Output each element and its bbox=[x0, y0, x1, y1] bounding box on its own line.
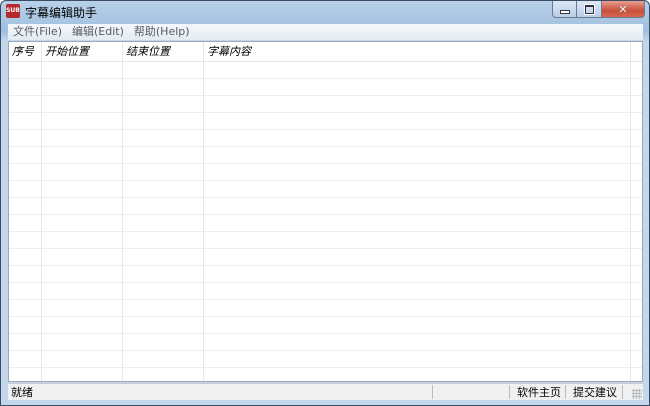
minimize-button[interactable] bbox=[552, 1, 577, 18]
column-header-end[interactable]: 结束位置 bbox=[123, 42, 204, 61]
table-header: 序号 开始位置 结束位置 字幕内容 bbox=[9, 42, 642, 62]
menu-file[interactable]: 文件(File) bbox=[8, 24, 67, 40]
close-icon: ✕ bbox=[618, 2, 628, 16]
window-title: 字幕编辑助手 bbox=[25, 6, 98, 20]
maximize-button[interactable] bbox=[577, 1, 602, 18]
title-bar[interactable]: SUB 字幕编辑助手 ✕ bbox=[1, 1, 649, 23]
status-divider bbox=[565, 385, 566, 399]
menu-edit[interactable]: 编辑(Edit) bbox=[67, 24, 129, 40]
column-header-content[interactable]: 字幕内容 bbox=[204, 42, 631, 61]
column-divider bbox=[203, 62, 204, 381]
table-body[interactable] bbox=[9, 62, 642, 381]
column-header-index[interactable]: 序号 bbox=[9, 42, 42, 61]
app-window: SUB 字幕编辑助手 ✕ 文件(File) 编辑(Edit) 帮助(Help) … bbox=[0, 0, 650, 406]
status-bar: 就绪 软件主页 提交建议 bbox=[8, 383, 643, 400]
menu-bar: 文件(File) 编辑(Edit) 帮助(Help) bbox=[8, 24, 643, 40]
subtitle-table[interactable]: 序号 开始位置 结束位置 字幕内容 bbox=[8, 41, 643, 382]
status-divider bbox=[509, 385, 510, 399]
column-divider bbox=[41, 62, 42, 381]
column-divider bbox=[630, 62, 631, 381]
app-logo-icon: SUB bbox=[6, 4, 20, 18]
column-header-start[interactable]: 开始位置 bbox=[42, 42, 123, 61]
minimize-icon bbox=[559, 10, 570, 14]
feedback-link[interactable]: 提交建议 bbox=[573, 385, 617, 400]
homepage-link[interactable]: 软件主页 bbox=[517, 385, 561, 400]
resize-grip-icon[interactable] bbox=[632, 389, 642, 399]
status-divider bbox=[622, 385, 623, 399]
close-button[interactable]: ✕ bbox=[602, 1, 645, 18]
status-text: 就绪 bbox=[11, 386, 33, 399]
maximize-icon bbox=[583, 3, 595, 15]
window-controls: ✕ bbox=[552, 1, 645, 19]
status-divider bbox=[432, 385, 433, 399]
menu-help[interactable]: 帮助(Help) bbox=[129, 24, 195, 40]
column-divider bbox=[122, 62, 123, 381]
